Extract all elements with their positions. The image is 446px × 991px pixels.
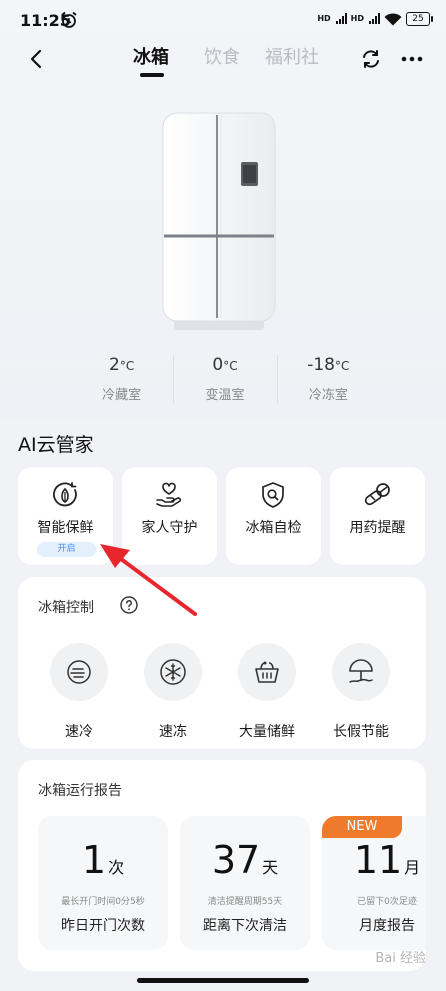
control-label: 长假节能 — [333, 724, 389, 740]
home-indicator[interactable] — [137, 978, 309, 983]
leaf-circle-icon — [53, 482, 77, 507]
report-subtext: 最长开门时间0分5秒 — [61, 897, 145, 907]
report-unit: 次 — [108, 858, 125, 877]
new-badge: NEW — [322, 816, 402, 838]
temp-unit: °C — [223, 359, 238, 373]
temp-fridge-zone[interactable]: 2°C 冷藏室 — [70, 355, 173, 410]
status-indicators: HD HD 25 — [317, 12, 433, 26]
control-label: 大量储鲜 — [239, 724, 295, 740]
report-card-next-clean[interactable]: 37 天 清洁提醒周期55天 距离下次清洁 — [180, 816, 310, 950]
shield-search-icon — [262, 482, 284, 508]
control-vacation-mode[interactable]: 长假节能 — [314, 643, 408, 741]
temp-freezer-zone[interactable]: -18°C 冷冻室 — [276, 355, 380, 410]
nav-bar: 冰箱 饮食 福利社 — [0, 40, 446, 86]
watermark-text: Bai 经验 — [375, 951, 426, 966]
temp-label: 冷藏室 — [102, 388, 142, 403]
report-label: 距离下次清洁 — [203, 918, 287, 934]
report-unit: 月 — [404, 858, 421, 877]
temp-label: 冷冻室 — [308, 388, 348, 403]
report-panel-title: 冰箱运行报告 — [38, 783, 122, 799]
control-label: 速冻 — [159, 724, 187, 740]
temp-variable-zone[interactable]: 0°C 变温室 — [173, 355, 276, 410]
battery-icon: 25 — [406, 12, 433, 26]
temp-label: 变温室 — [205, 388, 245, 403]
control-button[interactable] — [332, 643, 390, 701]
control-fast-freeze[interactable]: 速冻 — [126, 643, 220, 741]
report-subtext: 已留下0次足迹 — [357, 897, 417, 907]
control-button[interactable] — [50, 643, 108, 701]
hd-label-2: HD — [350, 14, 364, 23]
fridge-image — [162, 112, 276, 330]
ai-card-label: 家人守护 — [141, 520, 198, 536]
control-bulk-storage[interactable]: 大量储鲜 — [220, 643, 314, 741]
ai-section-title: AI云管家 — [18, 434, 94, 456]
report-card-door-opens[interactable]: 1次 最长开门时间0分5秒 昨日开门次数 — [38, 816, 168, 950]
report-unit: 天 — [262, 858, 279, 877]
temp-value: 2 — [109, 355, 120, 375]
status-bar: 11:25 HD HD 25 — [0, 0, 446, 40]
fridge-report-panel: 冰箱运行报告 1次 最长开门时间0分5秒 昨日开门次数 37 天 清洁提醒周期55… — [18, 760, 426, 971]
more-options-icon[interactable] — [400, 48, 424, 70]
signal-icon-2 — [369, 13, 380, 24]
control-panel-title: 冰箱控制 — [38, 600, 94, 616]
tab-diet[interactable]: 饮食 — [204, 43, 240, 69]
temp-value: -18 — [307, 355, 336, 375]
tab-fridge[interactable]: 冰箱 — [133, 43, 169, 69]
snowflake-icon — [160, 659, 186, 685]
wifi-icon — [384, 12, 402, 25]
refresh-icon[interactable] — [360, 48, 382, 70]
temp-unit: °C — [119, 359, 135, 373]
signal-icon — [335, 13, 347, 24]
temp-unit: °C — [335, 359, 350, 373]
ai-card-self-check[interactable]: 冰箱自检 — [226, 467, 321, 565]
status-badge: 开启 — [37, 542, 96, 557]
report-value: 37 — [211, 838, 261, 882]
fast-cool-icon — [67, 660, 91, 684]
report-subtext: 清洁提醒周期55天 — [207, 897, 283, 907]
ai-card-label: 冰箱自检 — [245, 520, 302, 536]
annotation-arrow — [100, 544, 197, 616]
control-button[interactable] — [238, 643, 296, 701]
report-value: 11 — [353, 838, 403, 882]
hd-label: HD — [317, 14, 331, 23]
beach-umbrella-icon — [349, 659, 373, 683]
control-button[interactable] — [144, 643, 202, 701]
control-label: 速冷 — [65, 724, 93, 740]
ai-card-label: 智能保鲜 — [37, 520, 94, 536]
report-label: 昨日开门次数 — [61, 918, 145, 934]
fridge-control-panel: 冰箱控制 速冷 速冻 大量储鲜 长假节能 — [18, 577, 426, 749]
report-label: 月度报告 — [359, 918, 415, 934]
back-arrow-icon[interactable] — [26, 48, 48, 70]
alarm-clock-icon — [61, 11, 77, 28]
ai-card-medicine-reminder[interactable]: 用药提醒 — [330, 467, 425, 565]
tab-active-indicator — [140, 73, 164, 77]
temperature-row: 2°C 冷藏室 0°C 变温室 -18°C 冷冻室 — [70, 355, 380, 410]
heart-hand-icon — [156, 482, 182, 507]
report-value: 1 — [81, 838, 107, 882]
pill-icon — [364, 483, 390, 506]
basket-icon — [255, 661, 279, 683]
ai-card-label: 用药提醒 — [349, 520, 406, 536]
control-fast-cool[interactable]: 速冷 — [32, 643, 126, 741]
temp-value: 0 — [212, 355, 224, 375]
tab-welfare[interactable]: 福利社 — [265, 43, 319, 69]
report-card-monthly[interactable]: NEW 11 月 已留下0次足迹 月度报告 — [322, 816, 426, 950]
